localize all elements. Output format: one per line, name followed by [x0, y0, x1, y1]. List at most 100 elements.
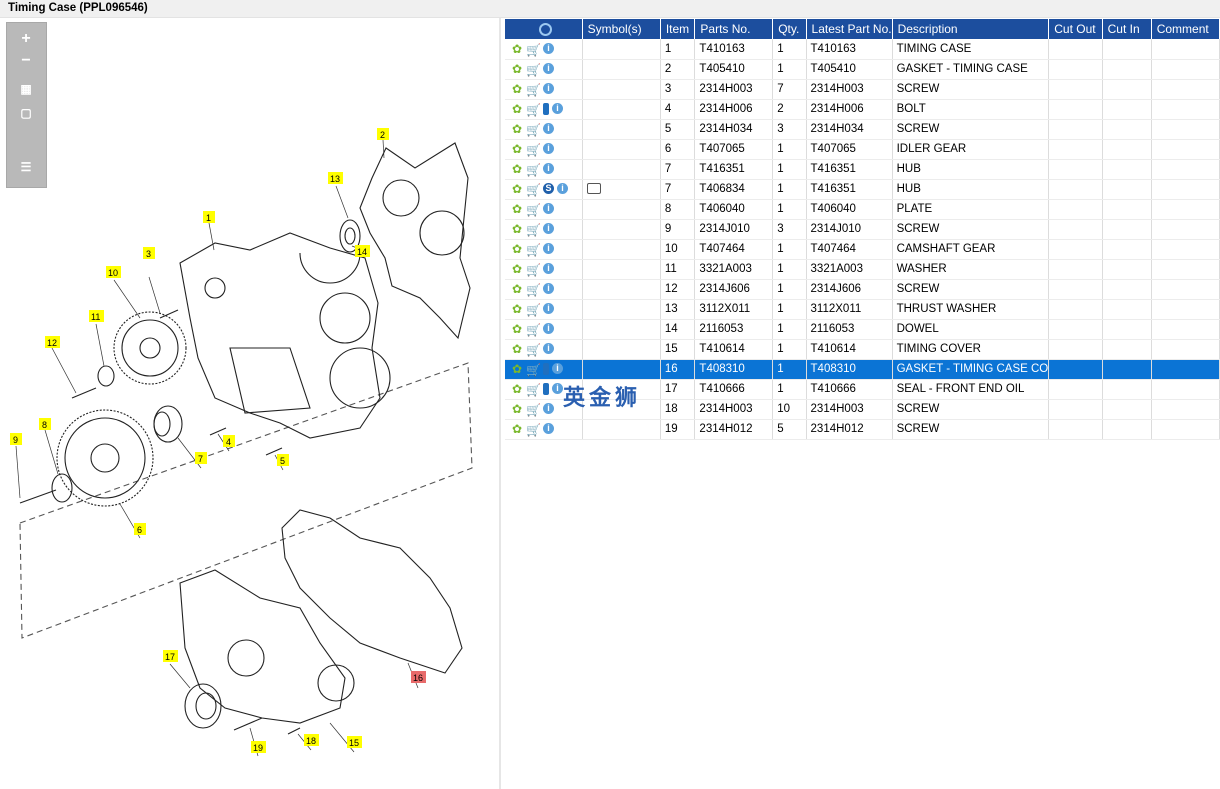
table-row[interactable]: ✿ 🛒 i 6 T407065 1 T407065 IDLER GEAR: [505, 139, 1220, 160]
info-icon[interactable]: i: [543, 423, 554, 435]
book-icon[interactable]: [543, 362, 549, 375]
settings-icon[interactable]: ✿: [511, 303, 523, 315]
info-icon[interactable]: i: [543, 243, 554, 255]
row-latest-part-no[interactable]: T408310: [806, 359, 893, 380]
search-column-header[interactable]: [505, 19, 583, 39]
table-row[interactable]: ✿ 🛒 i 8 T406040 1 T406040 PLATE: [505, 199, 1220, 220]
row-latest-part-no[interactable]: 2116053: [806, 319, 893, 340]
table-row[interactable]: ✿ 🛒 i 10 T407464 1 T407464 CAMSHAFT GEAR: [505, 239, 1220, 260]
row-latest-part-no[interactable]: T410163: [806, 39, 893, 60]
cart-icon[interactable]: 🛒: [526, 323, 541, 337]
row-latest-part-no[interactable]: 2314H012: [806, 419, 893, 440]
table-row[interactable]: ✿ 🛒 i 12 2314J606 1 2314J606 SCREW: [505, 279, 1220, 300]
column-header-cut-in[interactable]: Cut In: [1102, 19, 1152, 39]
column-header-description[interactable]: Description: [892, 19, 1050, 39]
table-row[interactable]: ✿ 🛒 i 3 2314H003 7 2314H003 SCREW: [505, 79, 1220, 100]
table-row[interactable]: ✿ 🛒 i 1 T410163 1 T410163 TIMING CASE: [505, 39, 1220, 60]
row-latest-part-no[interactable]: 2314H003: [806, 399, 893, 420]
cart-icon[interactable]: 🛒: [526, 183, 541, 197]
row-part-no[interactable]: T408310: [694, 359, 774, 380]
row-part-no[interactable]: 2314H034: [694, 119, 774, 140]
table-row[interactable]: ✿ 🛒 i 2 T405410 1 T405410 GASKET - TIMING CASE: [505, 59, 1220, 80]
row-part-no[interactable]: T406834: [694, 179, 774, 200]
row-part-no[interactable]: T410614: [694, 339, 774, 360]
search-icon[interactable]: [539, 23, 553, 37]
row-part-no[interactable]: T407065: [694, 139, 774, 160]
info-icon[interactable]: i: [543, 163, 554, 175]
cart-icon[interactable]: 🛒: [526, 283, 541, 297]
settings-icon[interactable]: ✿: [511, 423, 523, 435]
row-part-no[interactable]: T405410: [694, 59, 774, 80]
table-row[interactable]: ✿ 🛒 i 19 2314H012 5 2314H012 SCREW: [505, 419, 1220, 440]
table-row[interactable]: ✿ 🛒 i 9 2314J010 3 2314J010 SCREW: [505, 219, 1220, 240]
row-latest-part-no[interactable]: 3321A003: [806, 259, 893, 280]
book-icon[interactable]: [543, 382, 549, 395]
settings-icon[interactable]: ✿: [511, 203, 523, 215]
row-part-no[interactable]: T407464: [694, 239, 774, 260]
row-part-no[interactable]: 2314H003: [694, 399, 774, 420]
cart-icon[interactable]: 🛒: [526, 163, 541, 177]
settings-icon[interactable]: ✿: [511, 283, 523, 295]
table-row[interactable]: ✿ 🛒 i 5 2314H034 3 2314H034 SCREW: [505, 119, 1220, 140]
settings-icon[interactable]: ✿: [511, 183, 523, 195]
column-header-parts-no[interactable]: Parts No.: [694, 19, 774, 39]
diagram-panel[interactable]: 1 2 3 4 5 6 7 8 9 10 11 12 13 14 15 16 1…: [0, 18, 501, 789]
column-header-latest-part-no[interactable]: Latest Part No.: [806, 19, 893, 39]
cart-icon[interactable]: 🛒: [526, 243, 541, 257]
settings-icon[interactable]: ✿: [511, 263, 523, 275]
cart-icon[interactable]: 🛒: [526, 123, 541, 137]
settings-icon[interactable]: ✿: [511, 83, 523, 95]
row-latest-part-no[interactable]: 2314J606: [806, 279, 893, 300]
row-latest-part-no[interactable]: T405410: [806, 59, 893, 80]
info-icon[interactable]: i: [543, 223, 554, 235]
table-row[interactable]: ✿ 🛒 i 11 3321A003 1 3321A003 WASHER: [505, 259, 1220, 280]
column-header-cut-out[interactable]: Cut Out: [1048, 19, 1103, 39]
info-icon[interactable]: i: [543, 403, 554, 415]
settings-icon[interactable]: ✿: [511, 243, 523, 255]
exploded-diagram[interactable]: 1 2 3 4 5 6 7 8 9 10 11 12 13 14 15 16 1…: [0, 18, 499, 789]
cart-icon[interactable]: 🛒: [526, 423, 541, 437]
row-part-no[interactable]: 2314J010: [694, 219, 774, 240]
row-latest-part-no[interactable]: 2314H034: [806, 119, 893, 140]
settings-icon[interactable]: ✿: [511, 343, 523, 355]
row-part-no[interactable]: T406040: [694, 199, 774, 220]
row-latest-part-no[interactable]: T410614: [806, 339, 893, 360]
cart-icon[interactable]: 🛒: [526, 363, 541, 377]
info-icon[interactable]: i: [557, 183, 568, 195]
info-icon[interactable]: i: [543, 203, 554, 215]
table-row[interactable]: ✿ 🛒 i 16 T408310 1 T408310 GASKET - TIMING CASE…: [505, 359, 1220, 380]
reference-book-icon[interactable]: [586, 183, 601, 195]
settings-icon[interactable]: ✿: [511, 403, 523, 415]
cart-icon[interactable]: 🛒: [526, 83, 541, 97]
cart-icon[interactable]: 🛒: [526, 303, 541, 317]
info-icon[interactable]: i: [543, 263, 554, 275]
settings-icon[interactable]: ✿: [511, 123, 523, 135]
symbol-s-icon[interactable]: S: [543, 183, 554, 195]
fit-grid-icon[interactable]: ▦: [17, 81, 35, 97]
row-part-no[interactable]: 3321A003: [694, 259, 774, 280]
info-icon[interactable]: i: [543, 123, 554, 135]
row-latest-part-no[interactable]: T416351: [806, 159, 893, 180]
settings-icon[interactable]: ✿: [511, 43, 523, 55]
row-part-no[interactable]: 2314H006: [694, 99, 774, 120]
row-part-no[interactable]: T410163: [694, 39, 774, 60]
row-latest-part-no[interactable]: T407464: [806, 239, 893, 260]
info-icon[interactable]: i: [552, 103, 563, 115]
settings-icon[interactable]: ✿: [511, 223, 523, 235]
settings-icon[interactable]: ✿: [511, 383, 523, 395]
info-icon[interactable]: i: [543, 43, 554, 55]
cart-icon[interactable]: 🛒: [526, 103, 541, 117]
settings-icon[interactable]: ✿: [511, 103, 523, 115]
cart-icon[interactable]: 🛒: [526, 403, 541, 417]
cart-icon[interactable]: 🛒: [526, 223, 541, 237]
book-icon[interactable]: [543, 102, 549, 115]
row-latest-part-no[interactable]: 2314H006: [806, 99, 893, 120]
row-latest-part-no[interactable]: T406040: [806, 199, 893, 220]
settings-icon[interactable]: ✿: [511, 323, 523, 335]
row-latest-part-no[interactable]: T416351: [806, 179, 893, 200]
row-part-no[interactable]: 2116053: [694, 319, 774, 340]
info-icon[interactable]: i: [543, 143, 554, 155]
info-icon[interactable]: i: [543, 63, 554, 75]
column-header-qty[interactable]: Qty.: [772, 19, 807, 39]
table-row[interactable]: ✿ 🛒 i 15 T410614 1 T410614 TIMING COVER: [505, 339, 1220, 360]
